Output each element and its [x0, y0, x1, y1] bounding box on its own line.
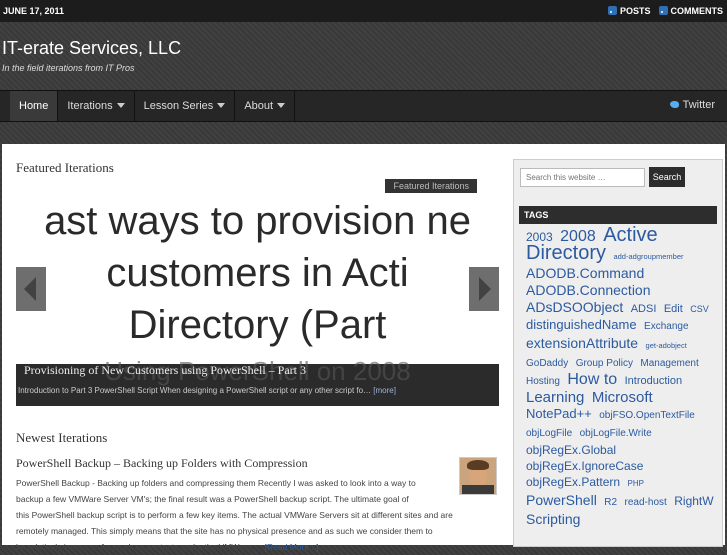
tag-link[interactable]: Learning — [526, 389, 584, 406]
tag-link[interactable]: get-adobject — [646, 341, 687, 350]
tag-link[interactable]: add-adgroupmember — [613, 252, 683, 261]
tag-link[interactable]: objLogFile — [526, 428, 572, 439]
tag-link[interactable]: Management — [640, 358, 698, 369]
tag-link[interactable]: objFSO.OpenTextFile — [599, 410, 695, 421]
post-excerpt-line: backup a few VMWare Server VM's; the fin… — [16, 494, 409, 504]
comments-feed-link[interactable]: COMMENTS — [658, 6, 724, 16]
tag-link[interactable]: NotePad++ — [526, 406, 592, 421]
caption-more-link[interactable]: [more] — [373, 386, 396, 395]
newest-heading: Newest Iterations — [16, 430, 108, 445]
tag-link[interactable]: PHP — [628, 479, 644, 488]
tag-link[interactable]: read-host — [625, 497, 667, 508]
post-excerpt-line: be relatively insecure. As much as we tr… — [16, 539, 456, 555]
twitter-label: Twitter — [682, 99, 715, 111]
nav-item-label: About — [244, 100, 274, 112]
posts-feed-link[interactable]: POSTS — [607, 6, 651, 16]
tag-link[interactable]: ADSI — [631, 303, 657, 315]
post-title-link[interactable]: PowerShell Backup – Backing up Folders w… — [16, 456, 308, 471]
avatar-shirt — [462, 485, 494, 494]
tag-cloud: 2003 2008 Active Directory add-adgroupme… — [526, 225, 720, 528]
twitter-bird-icon — [669, 101, 679, 108]
sidebar: Search TAGS 2003 2008 Active Directory a… — [513, 159, 723, 547]
search-button[interactable]: Search — [649, 167, 685, 187]
tag-link[interactable]: PowerShell — [526, 492, 597, 508]
avatar-hair — [467, 460, 489, 470]
nav-item-about[interactable]: About — [235, 91, 296, 121]
slide-category-tag: Featured Iterations — [385, 179, 477, 193]
tag-link[interactable]: ADsDSOObject — [526, 299, 623, 315]
top-bar: JUNE 17, 2011 POSTS COMMENTS — [0, 0, 727, 22]
tag-link[interactable]: R2 — [604, 497, 617, 508]
nav-item-lesson-series[interactable]: Lesson Series — [135, 91, 236, 121]
tags-heading: TAGS — [519, 206, 717, 224]
nav-item-label: Iterations — [67, 100, 113, 112]
tag-link[interactable]: Exchange — [644, 321, 688, 332]
post-excerpt-line: PowerShell Backup - Backing up folders a… — [16, 478, 416, 488]
tag-link[interactable]: GoDaddy — [526, 358, 568, 369]
tag-link[interactable]: Introduction — [625, 375, 682, 387]
featured-slider[interactable]: ast ways to provision ne customers in Ac… — [16, 179, 499, 406]
twitter-link[interactable]: Twitter — [669, 99, 715, 111]
caption-excerpt-text: Introduction to Part 3 PowerShell Script… — [18, 386, 372, 395]
post-excerpt-line: this PowerShell backup script is to perf… — [16, 510, 453, 520]
tag-link[interactable]: objRegEx.IgnoreCase — [526, 459, 643, 473]
slide-caption: Using PowerShell on 2008 Provisioning of… — [16, 356, 499, 406]
search-input[interactable] — [520, 168, 645, 187]
slide-image[interactable]: ast ways to provision ne customers in Ac… — [16, 179, 499, 364]
tag-link[interactable]: Microsoft — [592, 389, 653, 406]
tag-link[interactable]: Group Policy — [576, 358, 633, 369]
tag-link[interactable]: Hosting — [526, 376, 560, 387]
nav-item-label: Lesson Series — [143, 100, 214, 112]
tag-link[interactable]: extensionAttribute — [526, 335, 638, 351]
tag-link[interactable]: How to — [567, 371, 617, 388]
slide-text-line: ast ways to provision ne — [44, 199, 471, 243]
slide-text-line: customers in Acti — [106, 251, 409, 295]
slide-caption-excerpt: Introduction to Part 3 PowerShell Script… — [18, 386, 396, 395]
tag-link[interactable]: Scripting — [526, 511, 580, 527]
posts-feed-label: POSTS — [619, 6, 651, 16]
nav-item-label: Home — [19, 100, 49, 112]
main-nav: Home Iterations Lesson Series About Twit… — [0, 90, 727, 122]
post-excerpt-line: remotely managed. This simply means that… — [16, 526, 433, 536]
slide-text-line: Directory (Part — [128, 303, 387, 347]
site-tagline: In the field iterations from IT Pros — [2, 63, 135, 73]
tag-link[interactable]: Edit — [664, 303, 683, 315]
tag-link[interactable]: CSV — [690, 304, 709, 314]
chevron-down-icon — [217, 103, 226, 108]
rss-icon — [607, 6, 617, 15]
slider-prev-arrow-icon[interactable] — [16, 267, 46, 311]
post-excerpt: PowerShell Backup - Backing up folders a… — [16, 475, 456, 555]
slider-next-arrow-icon[interactable] — [469, 267, 499, 311]
featured-heading: Featured Iterations — [16, 160, 114, 175]
tag-link[interactable]: objRegEx.Pattern — [526, 475, 620, 489]
tag-link[interactable]: ADODB.Connection — [526, 282, 651, 298]
tag-link[interactable]: objRegEx.Global — [526, 443, 616, 457]
tag-link[interactable]: RightW — [674, 494, 713, 508]
site-title[interactable]: IT-erate Services, LLC — [2, 38, 181, 59]
tag-link[interactable]: objLogFile.Write — [580, 428, 652, 439]
tag-link[interactable]: ADODB.Command — [526, 265, 644, 281]
read-more-link[interactable]: [Read More...] — [265, 542, 319, 552]
chevron-down-icon — [116, 103, 125, 108]
feed-links: POSTS COMMENTS — [607, 6, 724, 16]
post-author-avatar[interactable] — [459, 457, 497, 495]
nav-item-iterations[interactable]: Iterations — [58, 91, 135, 121]
nav-item-home[interactable]: Home — [10, 91, 59, 121]
tag-link[interactable]: distinguishedName — [526, 317, 637, 332]
rss-icon — [658, 6, 668, 15]
post-excerpt-text: be relatively insecure. As much as we tr… — [16, 542, 263, 552]
slide-caption-title[interactable]: Provisioning of New Customers using Powe… — [24, 363, 306, 378]
current-date: JUNE 17, 2011 — [3, 6, 65, 16]
content-wrapper: Featured Iterations ast ways to provisio… — [2, 144, 725, 552]
comments-feed-label: COMMENTS — [670, 6, 724, 16]
chevron-down-icon — [277, 103, 286, 108]
